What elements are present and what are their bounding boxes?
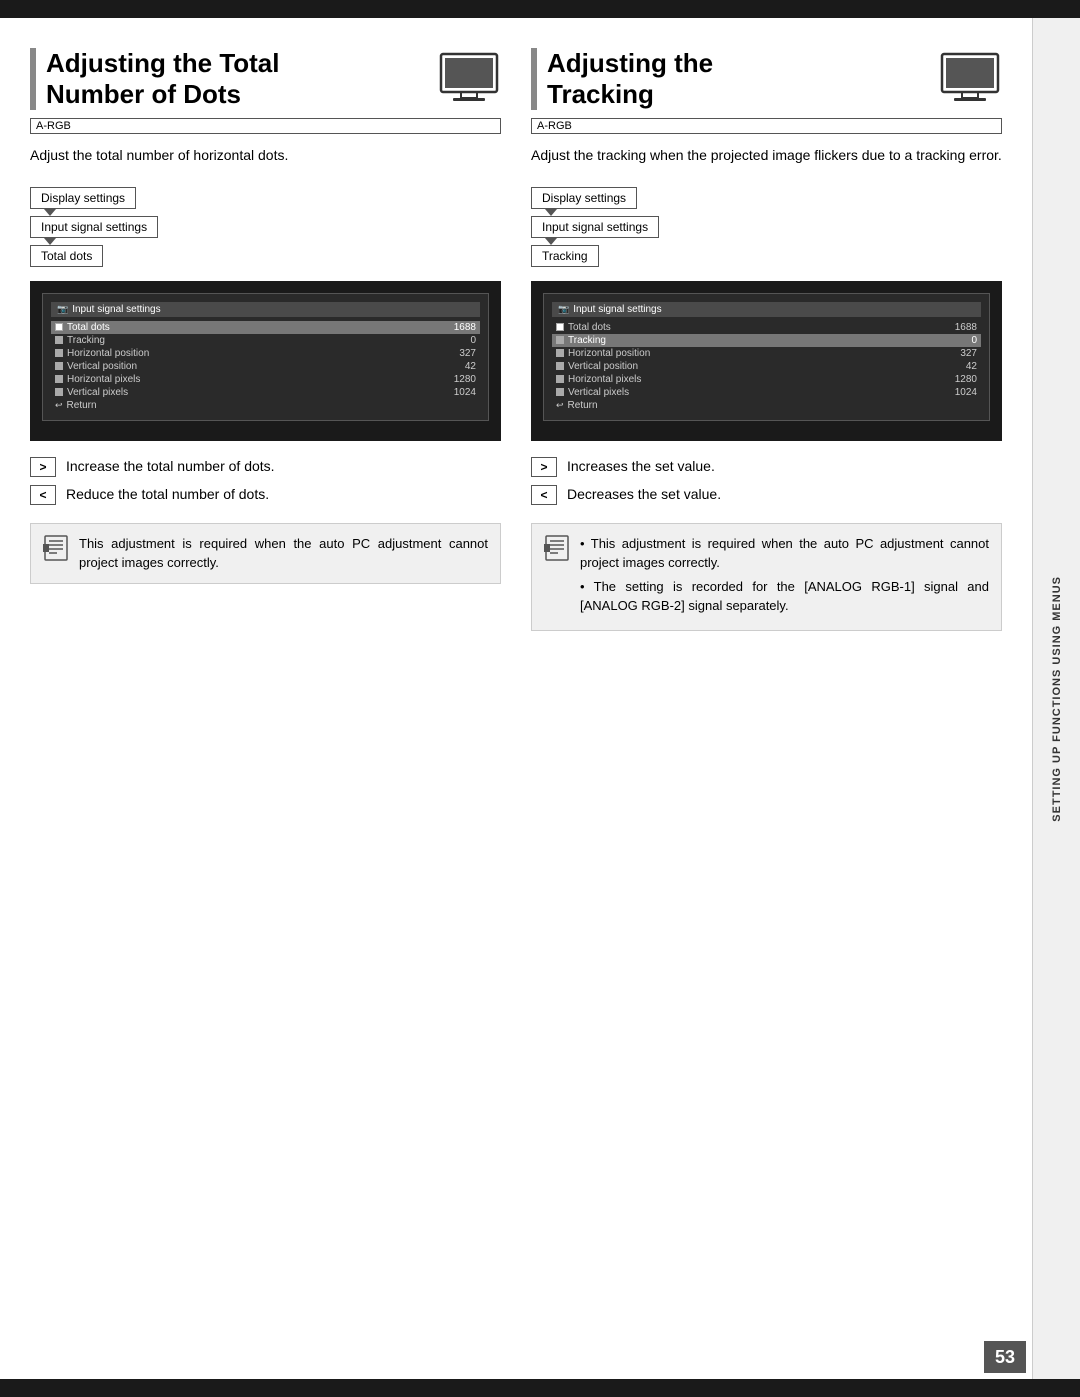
left-key-less: < Reduce the total number of dots.	[30, 485, 501, 505]
right-note-bullet-2: The setting is recorded for the [ANALOG …	[580, 577, 989, 616]
menu-box-totaldots: Total dots	[30, 245, 103, 267]
menu-box-display: Display settings	[30, 187, 136, 209]
menu-box-input: Input signal settings	[30, 216, 158, 238]
key-less-left-text: Reduce the total number of dots.	[66, 485, 269, 505]
left-section-header: Adjusting the TotalNumber of Dots	[30, 48, 501, 110]
right-menu-box-display: Display settings	[531, 187, 637, 209]
left-key-greater: > Increase the total number of dots.	[30, 457, 501, 477]
menu-arrow-2	[44, 238, 56, 245]
right-menu-box-input: Input signal settings	[531, 216, 659, 238]
right-key-less: < Decreases the set value.	[531, 485, 1002, 505]
right-row-vpix: Vertical pixels 1024	[552, 386, 981, 399]
right-menu-screen: 📷 Input signal settings Total dots 1688 …	[543, 293, 990, 421]
note-icon-right	[544, 534, 570, 562]
left-menu-title: 📷 Input signal settings	[51, 302, 480, 317]
right-description: Adjust the tracking when the projected i…	[531, 144, 1002, 166]
right-note-text: This adjustment is required when the aut…	[580, 534, 989, 620]
right-menu-path: Display settings Input signal settings T…	[531, 187, 1002, 267]
key-less-left: <	[30, 485, 56, 505]
right-row-hpix: Horizontal pixels 1280	[552, 373, 981, 386]
main-content: Adjusting the TotalNumber of Dots A-RGB …	[0, 18, 1032, 1379]
monitor-icon-left	[437, 52, 501, 108]
key-greater-right-text: Increases the set value.	[567, 457, 715, 477]
right-menu-title: 📷 Input signal settings	[552, 302, 981, 317]
two-column-layout: Adjusting the TotalNumber of Dots A-RGB …	[30, 48, 1002, 1349]
title-bar-accent	[30, 48, 36, 110]
right-key-greater: > Increases the set value.	[531, 457, 1002, 477]
key-greater-left: >	[30, 457, 56, 477]
row-return: ↩ Return	[51, 399, 480, 412]
monitor-icon-right	[938, 52, 1002, 108]
bottom-border	[0, 1379, 1080, 1397]
left-note-text: This adjustment is required when the aut…	[79, 534, 488, 573]
right-section-title: Adjusting theTracking	[547, 48, 928, 110]
row-hpos: Horizontal position 327	[51, 347, 480, 360]
row-tracking: Tracking 0	[51, 334, 480, 347]
right-screenshot: 📷 Input signal settings Total dots 1688 …	[531, 281, 1002, 441]
key-less-right-text: Decreases the set value.	[567, 485, 721, 505]
key-less-right: <	[531, 485, 557, 505]
key-greater-left-text: Increase the total number of dots.	[66, 457, 275, 477]
right-column: Adjusting theTracking A-RGB Adjust the t…	[531, 48, 1002, 1349]
row-vpos: Vertical position 42	[51, 360, 480, 373]
top-border	[0, 0, 1080, 18]
right-section-header: Adjusting theTracking	[531, 48, 1002, 110]
left-menu-path: Display settings Input signal settings T…	[30, 187, 501, 267]
right-note-bullet-1: This adjustment is required when the aut…	[580, 534, 989, 573]
right-menu-box-tracking: Tracking	[531, 245, 599, 267]
left-description: Adjust the total number of horizontal do…	[30, 144, 501, 166]
right-menu-arrow-2	[545, 238, 557, 245]
row-vpix: Vertical pixels 1024	[51, 386, 480, 399]
right-argb-badge: A-RGB	[531, 118, 1002, 134]
row-hpix: Horizontal pixels 1280	[51, 373, 480, 386]
left-screenshot: 📷 Input signal settings Total dots 1688 …	[30, 281, 501, 441]
menu-arrow-1	[44, 209, 56, 216]
key-greater-right: >	[531, 457, 557, 477]
left-note-box: This adjustment is required when the aut…	[30, 523, 501, 584]
left-section-title: Adjusting the TotalNumber of Dots	[46, 48, 427, 110]
note-icon-left	[43, 534, 69, 562]
right-row-return: ↩ Return	[552, 399, 981, 412]
left-column: Adjusting the TotalNumber of Dots A-RGB …	[30, 48, 501, 1349]
right-row-vpos: Vertical position 42	[552, 360, 981, 373]
right-sidebar: SETTING UP FUNCTIONS USING MENUS	[1032, 18, 1080, 1379]
title-bar-accent-right	[531, 48, 537, 110]
right-menu-arrow-1	[545, 209, 557, 216]
left-menu-screen: 📷 Input signal settings Total dots 1688 …	[42, 293, 489, 421]
right-note-box: This adjustment is required when the aut…	[531, 523, 1002, 631]
right-row-totaldots: Total dots 1688	[552, 321, 981, 334]
sidebar-label: SETTING UP FUNCTIONS USING MENUS	[1051, 576, 1063, 822]
left-argb-badge: A-RGB	[30, 118, 501, 134]
right-row-tracking: Tracking 0	[552, 334, 981, 347]
row-totaldots: Total dots 1688	[51, 321, 480, 334]
right-row-hpos: Horizontal position 327	[552, 347, 981, 360]
